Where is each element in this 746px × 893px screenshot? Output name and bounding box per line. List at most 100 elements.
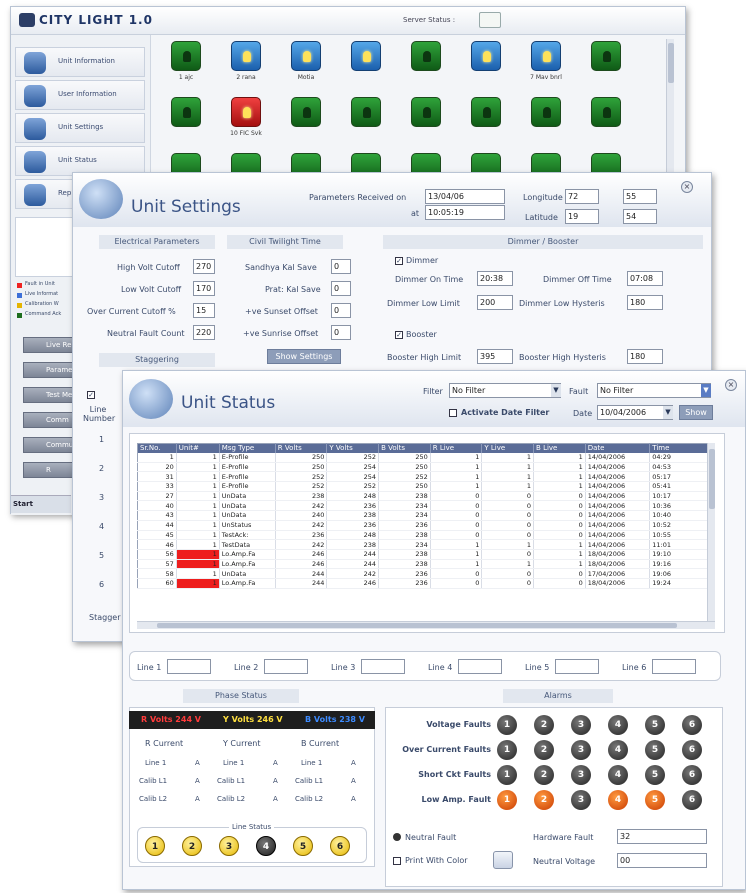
table-row[interactable]: 33 1 E-Profile 252 252 250 1 1 1 14/04/2006 05:41 bbox=[137, 481, 715, 492]
unit-tile[interactable] bbox=[171, 97, 201, 127]
status-close-icon[interactable]: × bbox=[725, 379, 737, 391]
printer-icon[interactable] bbox=[493, 851, 513, 869]
column-header[interactable]: Y Live bbox=[481, 443, 535, 453]
column-header[interactable]: R Live bbox=[430, 443, 483, 453]
table-row[interactable]: 46 1 TestData 242 238 234 1 1 1 14/04/2006 11:01 bbox=[137, 539, 715, 550]
grid-horizontal-scrollbar[interactable] bbox=[137, 621, 715, 629]
table-cell: 40 bbox=[137, 500, 177, 512]
table-cell: 1 bbox=[481, 452, 535, 463]
table-cell: Lo.Amp.Fa bbox=[219, 578, 276, 589]
start-button[interactable]: Start bbox=[13, 500, 33, 508]
activate-date-checkbox[interactable] bbox=[449, 409, 457, 417]
print-color-checkbox[interactable] bbox=[393, 857, 401, 865]
unit-tile[interactable] bbox=[351, 97, 381, 127]
table-row[interactable]: 56 1 Lo.Amp.Fa 246 244 238 1 0 1 18/04/2006 19:10 bbox=[137, 549, 715, 560]
unit-tile[interactable] bbox=[351, 41, 381, 71]
table-row[interactable]: 43 1 UnData 240 238 234 0 0 0 14/04/2006 10:40 bbox=[137, 510, 715, 521]
sidebar-item[interactable]: Unit Information bbox=[15, 47, 145, 77]
table-row[interactable]: 44 1 UnStatus 242 236 236 0 0 0 14/04/2006 10:52 bbox=[137, 520, 715, 531]
unit-tile[interactable] bbox=[591, 97, 621, 127]
sunset-input[interactable]: 0 bbox=[331, 303, 351, 318]
booster-hyst-input[interactable]: 180 bbox=[627, 349, 663, 364]
grid-vertical-scrollbar[interactable] bbox=[707, 443, 715, 621]
booster-high-input[interactable]: 395 bbox=[477, 349, 513, 364]
low-volt-input[interactable]: 170 bbox=[193, 281, 215, 296]
current-unit: A bbox=[195, 777, 200, 785]
table-cell: 60 bbox=[137, 578, 177, 589]
latitude-min[interactable]: 54 bbox=[623, 209, 657, 224]
calib1-label: Calib L1 bbox=[295, 777, 324, 785]
column-header[interactable]: Msg Type bbox=[219, 443, 276, 453]
dimmer-off-input[interactable]: 07:08 bbox=[627, 271, 663, 286]
table-cell: 1 bbox=[176, 491, 220, 502]
filter-select[interactable]: No Filter bbox=[449, 383, 561, 398]
fault-select[interactable]: No Filter bbox=[597, 383, 711, 398]
sunrise-input[interactable]: 0 bbox=[331, 325, 351, 340]
column-header[interactable]: Y Volts bbox=[326, 443, 380, 453]
legend-label: Fault in Unit bbox=[25, 281, 55, 287]
alarm-label: Short Ckt Faults bbox=[418, 770, 491, 779]
column-header[interactable]: B Volts bbox=[378, 443, 431, 453]
sidebar-item[interactable]: User Information bbox=[15, 80, 145, 110]
unit-tile[interactable] bbox=[471, 97, 501, 127]
alarm-indicator: 4 bbox=[608, 740, 628, 760]
table-row[interactable]: 1 1 E-Profile 250 252 250 1 1 1 14/04/2006 04:29 bbox=[137, 452, 715, 463]
filter-chevron-down-icon[interactable]: ▼ bbox=[551, 384, 561, 397]
table-cell: 252 bbox=[275, 481, 328, 492]
booster-checkbox[interactable]: ✓ bbox=[395, 331, 403, 339]
neutral-fault-count-input[interactable]: 220 bbox=[193, 325, 215, 340]
unit-tile[interactable] bbox=[471, 41, 501, 71]
unit-tile[interactable] bbox=[231, 97, 261, 127]
table-row[interactable]: 31 1 E-Profile 252 254 252 1 1 1 14/04/2006 05:17 bbox=[137, 471, 715, 483]
show-settings-button[interactable]: Show Settings bbox=[267, 349, 341, 364]
server-status-label: Server Status : bbox=[403, 16, 456, 24]
date-chevron-down-icon[interactable]: ▼ bbox=[663, 406, 673, 419]
dimmer-hyst-input[interactable]: 180 bbox=[627, 295, 663, 310]
column-header[interactable]: Unit# bbox=[176, 443, 220, 453]
unit-tile[interactable] bbox=[531, 97, 561, 127]
column-header[interactable]: B Live bbox=[533, 443, 586, 453]
column-header[interactable]: R Volts bbox=[275, 443, 328, 453]
table-row[interactable]: 40 1 UnData 242 236 234 0 0 0 14/04/2006 10:36 bbox=[137, 500, 715, 512]
prat-input[interactable]: 0 bbox=[331, 281, 351, 296]
longitude-min[interactable]: 55 bbox=[623, 189, 657, 204]
unit-tile[interactable] bbox=[591, 41, 621, 71]
fault-chevron-down-icon[interactable]: ▼ bbox=[701, 384, 711, 397]
sandhya-input[interactable]: 0 bbox=[331, 259, 351, 274]
column-header[interactable]: Sr.No. bbox=[137, 443, 177, 453]
table-row[interactable]: 58 1 UnData 244 242 236 0 0 0 17/04/2006 19:06 bbox=[137, 568, 715, 579]
table-cell: 1 bbox=[430, 539, 483, 550]
table-cell: 10:17 bbox=[649, 491, 715, 502]
table-cell: 1 bbox=[176, 500, 220, 512]
show-button[interactable]: Show bbox=[679, 405, 713, 420]
table-row[interactable]: 57 1 Lo.Amp.Fa 246 244 238 1 1 1 18/04/2006 19:16 bbox=[137, 559, 715, 570]
table-cell: 1 bbox=[430, 481, 483, 492]
unit-tile[interactable] bbox=[171, 41, 201, 71]
longitude-deg[interactable]: 72 bbox=[565, 189, 599, 204]
table-row[interactable]: 20 1 E-Profile 250 254 250 1 1 1 14/04/2006 04:53 bbox=[137, 462, 715, 473]
date-input[interactable]: 10/04/2006 bbox=[597, 405, 673, 420]
neutral-voltage-label: Neutral Voltage bbox=[533, 857, 596, 866]
over-current-input[interactable]: 15 bbox=[193, 303, 215, 318]
no-checkbox[interactable]: ✓ bbox=[87, 391, 95, 399]
table-row[interactable]: 27 1 UnData 238 248 238 0 0 0 14/04/2006 10:17 bbox=[137, 491, 715, 502]
column-header[interactable]: Date bbox=[585, 443, 651, 453]
unit-tile[interactable] bbox=[531, 41, 561, 71]
settings-close-icon[interactable]: × bbox=[681, 181, 693, 193]
dimmer-low-input[interactable]: 200 bbox=[477, 295, 513, 310]
unit-tile[interactable] bbox=[411, 97, 441, 127]
unit-tile[interactable] bbox=[411, 41, 441, 71]
dimmer-checkbox[interactable]: ✓ bbox=[395, 257, 403, 265]
table-cell: 1 bbox=[430, 462, 483, 473]
table-row[interactable]: 45 1 TestAck: 236 248 238 0 0 0 14/04/2006 10:55 bbox=[137, 530, 715, 541]
dimmer-on-input[interactable]: 20:38 bbox=[477, 271, 513, 286]
unit-tile[interactable] bbox=[291, 41, 321, 71]
table-row[interactable]: 60 1 Lo.Amp.Fa 244 246 236 0 0 0 18/04/2006 19:24 bbox=[137, 578, 715, 589]
sidebar-item[interactable]: Unit Settings bbox=[15, 113, 145, 143]
unit-tile[interactable] bbox=[231, 41, 261, 71]
latitude-deg[interactable]: 19 bbox=[565, 209, 599, 224]
side-command-label: Live Re bbox=[46, 341, 72, 349]
unit-tile[interactable] bbox=[291, 97, 321, 127]
high-volt-input[interactable]: 270 bbox=[193, 259, 215, 274]
column-header[interactable]: Time bbox=[649, 443, 715, 453]
